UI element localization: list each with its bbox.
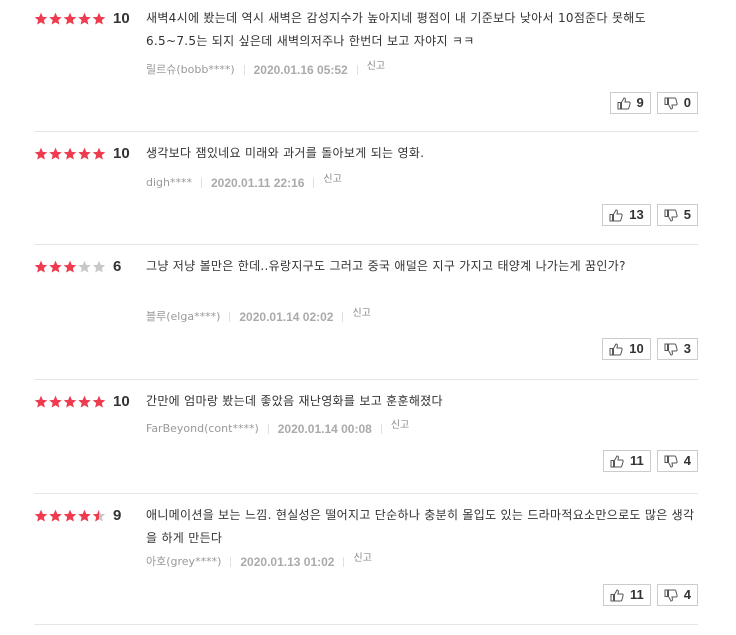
divider (201, 178, 202, 188)
like-button[interactable]: 10 (602, 338, 651, 360)
dislike-count: 4 (683, 453, 691, 468)
divider (356, 65, 358, 75)
review-text: 새벽4시에 봤는데 역시 새벽은 감성지수가 높아지네 평점이 내 기준보다 낮… (146, 11, 646, 48)
score-value: 10 (113, 10, 130, 27)
like-count: 11 (630, 453, 644, 468)
report-link[interactable]: 신고 (353, 551, 371, 567)
vote-buttons: 11 4 (603, 584, 698, 606)
review-text: 간만에 엄마랑 봤는데 좋았음 재난영화를 보고 훈훈해졌다 (146, 394, 443, 408)
dislike-count: 5 (683, 207, 691, 222)
divider (230, 557, 232, 567)
vote-buttons: 10 3 (602, 338, 698, 360)
thumbs-down-icon (664, 343, 684, 356)
star-rating: 10 (34, 10, 130, 28)
dislike-count: 3 (683, 341, 691, 356)
star-rating: 6 (34, 258, 121, 276)
thumbs-up-icon (617, 96, 637, 110)
review-date: 2020.01.14 00:08 (277, 422, 372, 436)
writer-name[interactable]: FarBeyond(cont****) (146, 421, 259, 437)
like-count: 13 (629, 207, 644, 222)
review-item: 10 생각보다 잼있네요 미래와 과거를 돌아보게 되는 영화. digh***… (34, 135, 698, 245)
like-button[interactable]: 9 (609, 92, 651, 114)
review-meta: 블루(elga****) 2020.01.14 02:02 신고 (146, 306, 371, 325)
divider (343, 557, 345, 567)
thumbs-up-icon (609, 208, 629, 222)
writer-name[interactable]: 릴르슈(bobb****) (146, 62, 235, 78)
like-button[interactable]: 13 (602, 204, 651, 226)
like-count: 11 (630, 587, 644, 602)
star-rating: 9 (34, 507, 121, 525)
divider (380, 424, 382, 434)
report-link[interactable]: 신고 (391, 418, 409, 434)
thumbs-up-icon (610, 454, 630, 468)
divider (229, 312, 231, 322)
dislike-count: 0 (683, 95, 691, 110)
report-link[interactable]: 신고 (367, 59, 385, 75)
review-date: 2020.01.16 05:52 (253, 63, 348, 77)
stars-icon (34, 260, 106, 274)
score-value: 9 (113, 507, 122, 524)
star-rating: 10 (34, 393, 130, 411)
report-link[interactable]: 신고 (352, 306, 370, 322)
writer-name[interactable]: 블루(elga****) (146, 309, 220, 325)
review-item: 10 새벽4시에 봤는데 역시 새벽은 감성지수가 높아지네 평점이 내 기준보… (34, 0, 698, 132)
thumbs-up-icon (609, 342, 629, 356)
review-text: 애니메이션을 보는 느낌. 현실성은 떨어지고 단순하나 충분히 몰입도 있는 … (146, 508, 695, 545)
review-meta: FarBeyond(cont****) 2020.01.14 00:08 신고 (146, 418, 409, 437)
score-value: 10 (113, 145, 130, 162)
thumbs-up-icon (610, 588, 630, 602)
thumbs-down-icon (664, 209, 684, 222)
divider (267, 424, 269, 434)
review-date: 2020.01.13 01:02 (240, 555, 335, 569)
dislike-button[interactable]: 0 (656, 92, 698, 114)
report-link[interactable]: 신고 (323, 172, 341, 188)
divider (342, 312, 344, 322)
dislike-button[interactable]: 3 (656, 338, 698, 360)
review-text: 그냥 저냥 볼만은 한데..유랑지구도 그러고 중국 애덜은 지구 가지고 태양… (146, 259, 626, 273)
dislike-button[interactable]: 4 (656, 584, 698, 606)
stars-icon (34, 395, 106, 409)
divider (243, 65, 245, 75)
review-date: 2020.01.14 02:02 (239, 310, 334, 324)
review-date: 2020.01.11 22:16 (211, 176, 305, 190)
dislike-button[interactable]: 4 (656, 450, 698, 472)
thumbs-down-icon (664, 97, 684, 110)
review-meta: 릴르슈(bobb****) 2020.01.16 05:52 신고 (146, 59, 385, 78)
divider (313, 178, 315, 188)
star-rating: 10 (34, 145, 130, 163)
like-count: 10 (629, 341, 644, 356)
writer-name[interactable]: 아호(grey****) (146, 554, 221, 570)
dislike-button[interactable]: 5 (656, 204, 698, 226)
like-count: 9 (636, 95, 644, 110)
review-item: 10 간만에 엄마랑 봤는데 좋았음 재난영화를 보고 훈훈해졌다 FarBey… (34, 383, 698, 494)
vote-buttons: 11 4 (603, 450, 698, 472)
score-value: 6 (113, 258, 122, 275)
review-text: 생각보다 잼있네요 미래와 과거를 돌아보게 되는 영화. (146, 146, 425, 160)
review-item: 6 그냥 저냥 볼만은 한데..유랑지구도 그러고 중국 애덜은 지구 가지고 … (34, 248, 698, 380)
stars-icon (34, 12, 106, 26)
thumbs-down-icon (664, 589, 684, 602)
stars-icon (34, 509, 106, 523)
vote-buttons: 13 5 (602, 204, 698, 226)
like-button[interactable]: 11 (603, 450, 651, 472)
thumbs-down-icon (664, 455, 684, 468)
score-value: 10 (113, 393, 130, 410)
review-meta: digh**** 2020.01.11 22:16 신고 (146, 172, 342, 191)
review-item: 9 애니메이션을 보는 느낌. 현실성은 떨어지고 단순하나 충분히 몰입도 있… (34, 497, 698, 625)
writer-name[interactable]: digh**** (146, 175, 192, 191)
like-button[interactable]: 11 (603, 584, 651, 606)
review-meta: 아호(grey****) 2020.01.13 01:02 신고 (146, 551, 372, 570)
vote-buttons: 9 0 (609, 92, 698, 114)
dislike-count: 4 (683, 587, 691, 602)
stars-icon (34, 147, 106, 161)
